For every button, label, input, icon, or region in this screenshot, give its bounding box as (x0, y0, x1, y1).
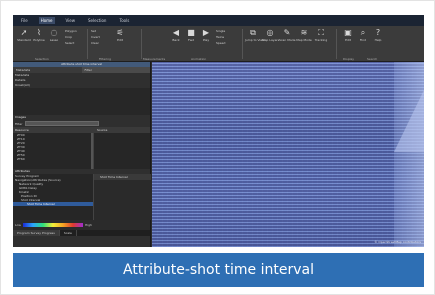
help-icon: ? (375, 28, 381, 37)
tab-scale[interactable]: Scale (60, 230, 77, 236)
misc-edit-button[interactable]: ▣ Edit (341, 28, 355, 43)
filtering-group-caption: Filtering (99, 57, 112, 61)
scan-mode-button[interactable]: ✎ Scan Mode (279, 28, 295, 43)
point-cloud (152, 62, 424, 247)
help-button[interactable]: ? Help (371, 28, 385, 43)
select-crop-small[interactable]: Crop (65, 35, 72, 39)
play-button[interactable]: ▶ Play (199, 28, 213, 43)
search-group-caption: Search (367, 57, 378, 61)
filter-row: Filter (13, 120, 150, 127)
figure-caption: Attribute-shot time interval (13, 253, 424, 287)
color-legend: Low High (13, 220, 150, 230)
tab-program-survey-progress[interactable]: Program Survey Progress (13, 230, 60, 236)
nav-single-small[interactable]: Single (216, 29, 225, 33)
edit-icon: ⚟ (116, 28, 124, 37)
legend-high: High (85, 223, 92, 227)
select-lasso-button[interactable]: ◌ Lasso (47, 28, 61, 43)
ribbon-group-selection: ➚ Standard ⌇ Polyline ◌ Lasso Polygon Cr… (15, 26, 85, 62)
play-icon: ▶ (202, 28, 210, 37)
filter-clear-small[interactable]: Clear (91, 41, 99, 45)
jump-icon: ⧉ (250, 28, 256, 37)
nav-twins-small[interactable]: Twins (216, 35, 224, 39)
legend-low: Low (15, 223, 21, 227)
pen-icon: ✎ (283, 28, 291, 37)
select-standard-button[interactable]: ➚ Standard (17, 28, 31, 43)
ribbon-separator (242, 29, 243, 59)
menu-home[interactable]: Home (38, 17, 55, 24)
map-layers-button[interactable]: ◎ Map Layers (262, 28, 279, 43)
details-area (13, 88, 150, 115)
filter-input[interactable] (25, 121, 100, 126)
attribute-detail-pane: Shot Time Interval (93, 174, 151, 220)
ribbon-separator (336, 29, 337, 59)
ribbon-group-filtering: Set Invert Clear ⚟ Edit Filtering (89, 26, 139, 62)
animation-group-caption: Animation (191, 57, 207, 61)
filter-label: Filter (15, 121, 23, 126)
select-polygon-small[interactable]: Polygon (65, 29, 77, 33)
signal-icon: ≋ (300, 28, 308, 37)
menu-view[interactable]: View (64, 17, 78, 24)
image-list: ZT00 ZT10 ZT20 ZT30 ZT40 ZT50 ZT60 (13, 133, 150, 169)
find-button[interactable]: ⌕ Find (356, 28, 370, 43)
left-panel: Attribute shot time interval Metadata Fi… (13, 62, 151, 247)
menu-file[interactable]: File (19, 17, 30, 24)
selection-group-caption: Selection (35, 57, 49, 61)
detail-header: Shot Time Interval (94, 174, 151, 180)
measurements-group-caption: Measurements (143, 57, 166, 61)
ribbon-group-measurements: Measurements (143, 26, 167, 62)
jump-to-view-button[interactable]: ⧉ Jump to View (245, 28, 265, 43)
tab-filter[interactable]: Filter (81, 67, 150, 73)
list-item[interactable]: ZT60 (13, 157, 150, 161)
figure-card: File Home View Selection Tools ➚ Standar… (0, 0, 435, 295)
forward-button[interactable]: ■ Fwd (184, 28, 198, 43)
polyline-icon: ⌇ (37, 28, 41, 37)
menu-selection[interactable]: Selection (86, 17, 108, 24)
survey-wedge (394, 90, 424, 152)
menu-tools[interactable]: Tools (117, 17, 131, 24)
application-window: File Home View Selection Tools ➚ Standar… (13, 15, 424, 247)
list-splitter[interactable] (93, 133, 94, 169)
select-select-small[interactable]: Select (65, 41, 74, 45)
filter-set-small[interactable]: Set (91, 29, 96, 33)
stop-icon: ■ (187, 28, 195, 37)
cursor-icon: ➚ (20, 28, 28, 37)
layers-icon: ◎ (266, 28, 274, 37)
tracking-icon: ⛶ (318, 28, 324, 37)
tracking-button[interactable]: ⛶ Tracking (313, 28, 329, 43)
nav-speed-small[interactable]: Speed (216, 41, 225, 45)
ribbon-separator (87, 29, 88, 59)
ribbon-toolbar: ➚ Standard ⌇ Polyline ◌ Lasso Polygon Cr… (13, 26, 424, 62)
rewind-icon: ◀ (172, 28, 180, 37)
map-mode-button[interactable]: ≋ Map Mode (296, 28, 312, 43)
attribute-tree: Survey Program Navigation/Attributes (So… (13, 174, 151, 220)
filter-invert-small[interactable]: Invert (91, 35, 100, 39)
search-icon: ⌕ (360, 28, 366, 37)
bottom-tabs: Program Survey Progress Scale (13, 230, 150, 236)
clipboard-icon: ▣ (344, 28, 352, 37)
lasso-icon: ◌ (50, 28, 58, 37)
color-ramp (23, 223, 83, 227)
tree-item-selected[interactable]: Shot Time Interval (13, 202, 93, 206)
panel-tabs: Metadata Filter (13, 67, 150, 73)
display-group-caption: Display (343, 57, 355, 61)
ribbon-group-view: ⧉ Jump to View ◎ Map Layers ✎ Scan Mode … (245, 26, 335, 62)
ribbon-separator (141, 29, 142, 59)
edit-button[interactable]: ⚟ Edit (113, 28, 127, 43)
ribbon-group-animation: ◀ Back ■ Fwd ▶ Play Single Twins Speed A… (169, 26, 241, 62)
back-button[interactable]: ◀ Back (169, 28, 183, 43)
point-cloud-viewport[interactable]: © OpenStreetMap contributors (152, 62, 424, 247)
ribbon-group-display: ▣ Edit ⌕ Find ? Help Display Search (339, 26, 399, 62)
map-attribution: © OpenStreetMap contributors (374, 240, 421, 244)
menu-bar: File Home View Selection Tools (13, 15, 424, 26)
select-polyline-button[interactable]: ⌇ Polyline (32, 28, 46, 43)
